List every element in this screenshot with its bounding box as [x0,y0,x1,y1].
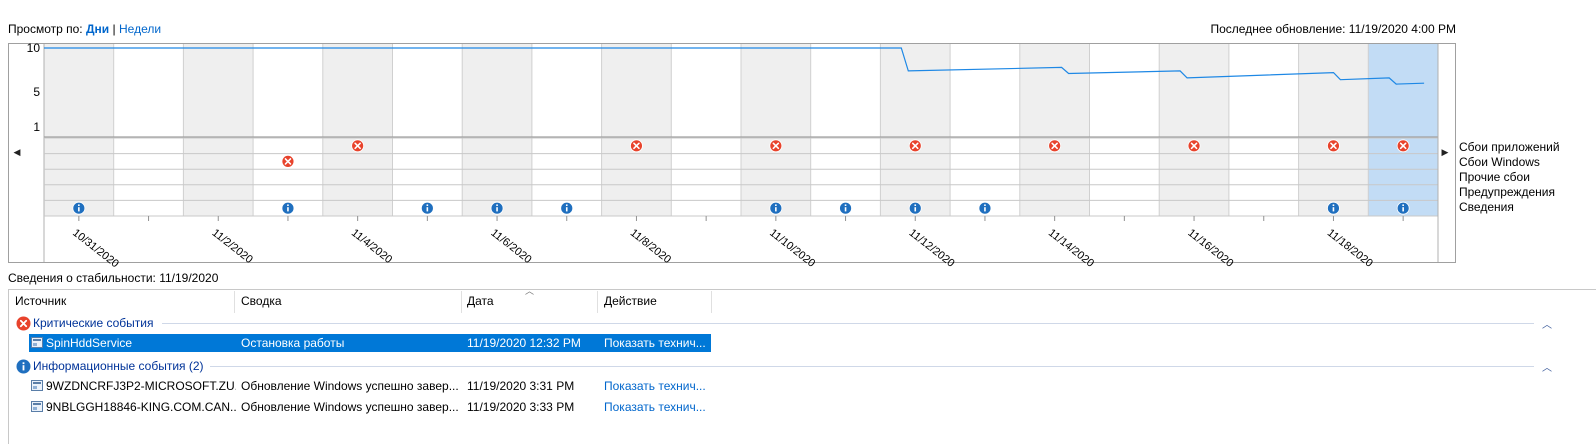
info-event-icon[interactable] [1327,201,1340,215]
column-header-source[interactable]: Источник [15,291,66,311]
y-tick-label: 5 [33,85,40,99]
day-column[interactable] [44,44,114,216]
critical-event-icon[interactable] [351,139,365,153]
group-information-events[interactable]: Информационные события (2) [16,358,204,374]
cell-source: 9NBLGGH18846-KING.COM.CAN... [46,400,236,414]
day-column[interactable] [531,44,602,216]
cell-date: 11/19/2020 3:31 PM [467,379,575,393]
column-divider[interactable] [597,291,598,313]
info-icon [16,359,31,373]
x-date-label: 11/18/2020 [1325,227,1375,270]
day-column[interactable] [1368,44,1438,216]
table-row[interactable]: 9WZDNCRFJ3P2-MICROSOFT.ZU... Обновление … [29,377,711,395]
x-date-label: 11/6/2020 [488,227,533,266]
legend-misc-failures: Прочие сбои [1459,170,1530,184]
group-divider [162,323,1534,324]
x-date-label: 11/14/2020 [1046,227,1096,270]
info-event-icon[interactable] [908,201,922,215]
critical-event-icon[interactable] [1187,139,1201,153]
info-event-icon[interactable] [1396,201,1410,215]
critical-icon [16,316,31,330]
day-column[interactable] [1298,44,1369,216]
column-divider[interactable] [234,291,235,313]
critical-event-icon[interactable] [769,139,783,153]
stability-details-title: Сведения о стабильности: 11/19/2020 [8,271,219,285]
info-event-icon[interactable] [420,201,434,215]
day-column[interactable] [183,44,254,216]
legend-windows-failures: Сбои Windows [1459,155,1540,169]
app-window-icon [31,401,43,412]
critical-event-icon[interactable] [908,139,922,153]
critical-event-icon[interactable] [281,154,295,168]
x-date-label: 11/16/2020 [1185,227,1235,270]
collapse-chevron-up-icon[interactable]: ︿ [1542,359,1552,374]
sort-indicator-icon: ︿ [525,286,535,296]
x-date-label: 10/31/2020 [70,227,121,270]
view-technical-details-link[interactable]: Показать технич... [604,334,711,352]
critical-event-icon[interactable] [630,139,643,153]
critical-event-icon[interactable] [1327,139,1340,153]
column-divider[interactable] [461,291,462,313]
day-column[interactable] [253,44,323,216]
day-column[interactable] [1228,44,1299,216]
cell-date: 11/19/2020 12:32 PM [467,336,581,350]
day-column[interactable] [322,44,393,216]
cell-source: 9WZDNCRFJ3P2-MICROSOFT.ZU... [46,379,236,393]
day-column[interactable] [462,44,532,216]
group-divider [210,366,1534,367]
cell-summary: Обновление Windows успешно завер... [241,400,459,414]
x-date-label: 11/12/2020 [907,227,957,270]
info-event-icon[interactable] [281,201,295,215]
group-critical-events[interactable]: Критические события [16,315,153,331]
group-label: Информационные события (2) [33,359,204,373]
table-row[interactable]: SpinHddService Остановка работы 11/19/20… [29,334,711,352]
cell-summary: Обновление Windows успешно завер... [241,379,459,393]
legend-information: Сведения [1459,200,1514,214]
column-divider[interactable] [711,291,712,313]
y-tick-label: 1 [33,120,40,134]
day-column[interactable] [741,44,811,216]
info-event-icon[interactable] [560,201,574,215]
group-label: Критические события [33,316,154,330]
column-header-date[interactable]: Дата [467,291,494,311]
collapse-chevron-up-icon[interactable]: ︿ [1542,316,1552,331]
day-column[interactable] [810,44,881,216]
column-header-action[interactable]: Действие [604,291,657,311]
x-date-label: 11/10/2020 [767,227,817,270]
day-column[interactable] [392,44,463,216]
column-header-summary[interactable]: Сводка [241,291,282,311]
x-date-label: 11/4/2020 [349,227,394,266]
day-column[interactable] [1089,44,1160,216]
info-event-icon[interactable] [490,201,504,215]
day-column[interactable] [601,44,672,216]
info-event-icon[interactable] [978,201,992,215]
legend-warnings: Предупреждения [1459,185,1555,199]
view-technical-details-link[interactable]: Показать технич... [604,398,711,416]
y-tick-label: 10 [27,41,41,55]
table-row[interactable]: 9NBLGGH18846-KING.COM.CAN... Обновление … [29,398,711,416]
cell-date: 11/19/2020 3:33 PM [467,400,575,414]
legend-app-failures: Сбои приложений [1459,140,1560,154]
reliability-chart[interactable]: 10 5 1 10/31/2020 11/2/2020 11/4/2020 11/6/202… [0,0,1596,270]
critical-event-icon[interactable] [1048,139,1062,153]
app-window-icon [31,380,43,391]
day-column[interactable] [1159,44,1229,216]
info-event-icon[interactable] [769,201,783,215]
critical-event-icon[interactable] [1396,139,1410,153]
cell-source: SpinHddService [46,336,133,350]
app-window-icon [31,337,43,348]
day-column[interactable] [113,44,184,216]
info-event-icon[interactable] [839,201,852,215]
view-technical-details-link[interactable]: Показать технич... [604,377,711,395]
info-event-icon[interactable] [72,201,86,215]
cell-summary: Остановка работы [241,336,345,350]
day-column[interactable] [1019,44,1090,216]
day-column[interactable] [671,44,741,216]
x-date-label: 11/2/2020 [210,227,255,266]
x-date-label: 11/8/2020 [628,227,673,266]
